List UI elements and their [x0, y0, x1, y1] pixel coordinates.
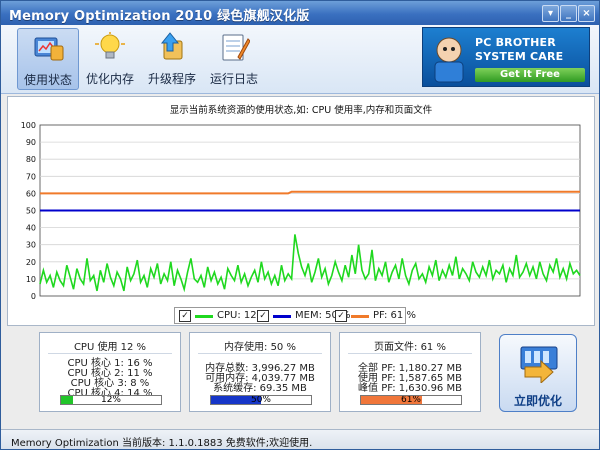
- memory-progress-label: 50%: [250, 395, 271, 405]
- legend-pf-checkbox[interactable]: ✓: [335, 310, 347, 322]
- legend-pf-label: PF: 61 %: [373, 310, 416, 321]
- log-notepad-icon: [222, 34, 250, 61]
- close-button[interactable]: ×: [578, 5, 595, 22]
- tool-label: 使用状态: [23, 73, 72, 87]
- y-tick-label: 0: [31, 292, 36, 301]
- y-tick-label: 100: [21, 121, 36, 130]
- legend-cpu-checkbox[interactable]: ✓: [179, 310, 191, 322]
- toolbar: 使用状态 优化内存 升级程序 运行日志 PC BROTHER SYSTEM CA…: [1, 25, 599, 94]
- optimize-now-button[interactable]: 立即优化: [499, 334, 577, 412]
- y-tick-label: 70: [26, 172, 36, 181]
- tool-usage-status[interactable]: 使用状态: [17, 28, 79, 90]
- status-text: Memory Optimization 当前版本: 1.1.0.1883 免费软…: [11, 438, 313, 449]
- cpu-progress-label: 12%: [100, 395, 121, 405]
- cpu-progress-bar: 12%: [60, 395, 162, 405]
- title-bar[interactable]: Memory Optimization 2010 绿色旗舰汉化版 ▾ _ ×: [1, 1, 599, 25]
- resource-usage-chart: 显示当前系统资源的使用状态,如: CPU 使用率,内存和页面文件 0 10 20 30…: [7, 96, 595, 326]
- pagefile-progress-label: 61%: [400, 395, 421, 405]
- y-tick-label: 30: [26, 241, 36, 250]
- memory-system-cache: 系统缓存: 69.35 MB: [213, 383, 307, 394]
- optimize-now-label: 立即优化: [513, 394, 562, 408]
- lightbulb-icon: [95, 32, 125, 59]
- status-bar: Memory Optimization 当前版本: 1.1.0.1883 免费软…: [1, 429, 599, 449]
- chart-title: 显示当前系统资源的使用状态,如: CPU 使用率,内存和页面文件: [170, 104, 433, 116]
- divider: [48, 353, 172, 354]
- cpu-panel-title: CPU 使用 12 %: [73, 342, 147, 353]
- window-menu-button[interactable]: ▾: [542, 5, 559, 22]
- banner-line-2: SYSTEM CARE: [475, 50, 564, 63]
- tool-upgrade-program[interactable]: 升级程序: [141, 28, 203, 90]
- legend-mem-checkbox[interactable]: ✓: [257, 310, 269, 322]
- tool-label: 优化内存: [85, 72, 134, 86]
- pagefile-panel-title: 页面文件: 61 %: [374, 342, 446, 353]
- memory-progress-bar: 50%: [210, 395, 312, 405]
- memory-panel-title: 内存使用: 50 %: [224, 342, 296, 353]
- y-tick-label: 20: [26, 258, 36, 267]
- memory-usage-panel: 内存使用: 50 % 内存总数: 3,996.27 MB 可用内存: 4,039…: [189, 332, 331, 412]
- legend-mem-swatch: [273, 315, 291, 318]
- pagefile-usage-panel: 页面文件: 61 % 全部 PF: 1,180.27 MB 使用 PF: 1,5…: [339, 332, 481, 412]
- tool-optimize-memory[interactable]: 优化内存: [79, 28, 141, 90]
- tool-label: 运行日志: [209, 72, 258, 86]
- divider: [348, 353, 472, 354]
- chart-legend: ✓ CPU: 12 % ✓ MEM: 50 % ✓ PF: 61 %: [174, 307, 416, 324]
- legend-pf-swatch: [351, 315, 369, 318]
- cpu-usage-panel: CPU 使用 12 % CPU 核心 1: 16 % CPU 核心 2: 11 …: [39, 332, 181, 412]
- tool-run-log[interactable]: 运行日志: [203, 28, 265, 90]
- y-tick-label: 90: [26, 138, 36, 147]
- mascot-icon: [434, 37, 464, 83]
- usage-chart-svg: 显示当前系统资源的使用状态,如: CPU 使用率,内存和页面文件 0 10 20 30…: [21, 104, 581, 301]
- divider: [198, 353, 322, 354]
- monitor-status-icon: [34, 37, 64, 61]
- y-tick-label: 60: [26, 189, 36, 198]
- get-it-free-button[interactable]: Get It Free: [475, 68, 585, 82]
- y-tick-label: 40: [26, 224, 36, 233]
- optimize-memory-icon: [520, 346, 558, 383]
- window-title: Memory Optimization 2010 绿色旗舰汉化版: [9, 9, 310, 24]
- banner-line-1: PC BROTHER: [475, 36, 556, 49]
- y-tick-label: 10: [26, 275, 36, 284]
- minimize-button[interactable]: _: [560, 5, 577, 22]
- y-tick-label: 80: [26, 155, 36, 164]
- legend-cpu-swatch: [195, 315, 213, 318]
- upgrade-icon: [160, 32, 183, 60]
- pagefile-peak: 峰值 PF: 1,630.96 MB: [358, 383, 462, 394]
- pc-brother-ad-banner[interactable]: PC BROTHER SYSTEM CARE Get It Free: [422, 27, 590, 87]
- app-window: Memory Optimization 2010 绿色旗舰汉化版 ▾ _ × 使…: [0, 0, 600, 450]
- tool-label: 升级程序: [147, 72, 196, 86]
- y-tick-label: 50: [26, 207, 36, 216]
- pagefile-progress-bar: 61%: [360, 395, 462, 405]
